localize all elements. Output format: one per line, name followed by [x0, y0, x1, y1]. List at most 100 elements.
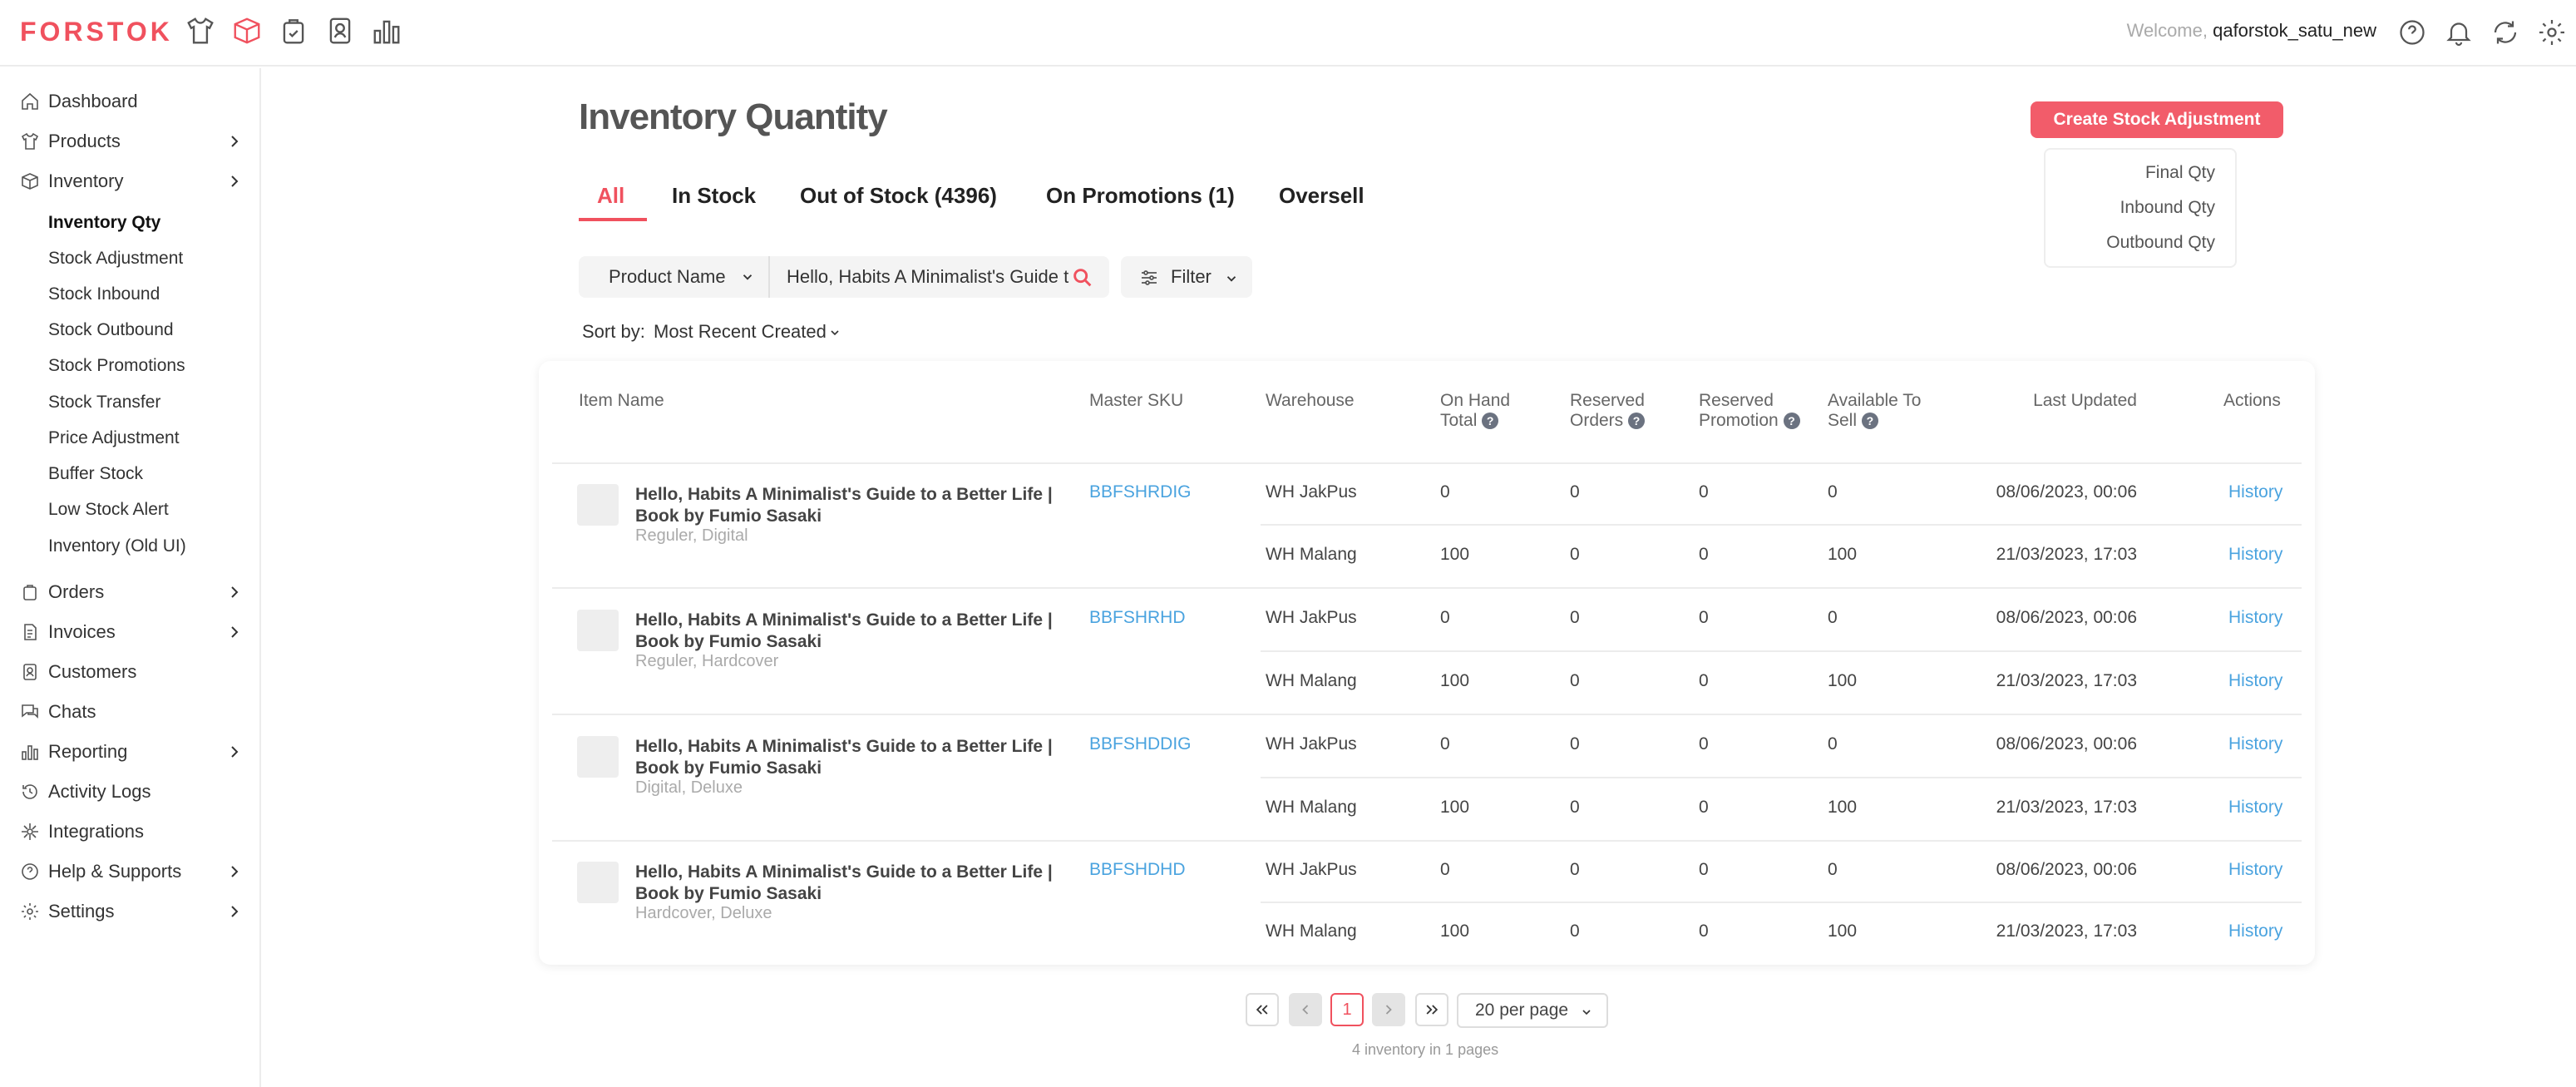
sidebar-sub-stock-outbound[interactable]: Stock Outbound [48, 315, 174, 345]
contacts-icon[interactable] [324, 13, 356, 48]
prev-page-button[interactable] [1289, 993, 1322, 1026]
sidebar-sub-inventory-old-ui[interactable]: Inventory (Old UI) [48, 531, 186, 561]
master-sku-link[interactable]: BBFSHRHD [1089, 608, 1186, 628]
sidebar-item-reporting[interactable]: Reporting [20, 735, 244, 768]
sidebar-sub-buffer-stock[interactable]: Buffer Stock [48, 459, 143, 489]
per-page-select[interactable]: 20 per page [1457, 993, 1608, 1028]
history-link[interactable]: History [2228, 860, 2282, 880]
tab-on-promotions[interactable]: On Promotions (1) [1046, 183, 1235, 209]
last-updated-cell: 08/06/2023, 00:06 [1996, 734, 2137, 753]
master-sku-link[interactable]: BBFSHDDIG [1089, 734, 1192, 754]
row-divider [1261, 902, 2302, 903]
sidebar-sub-stock-inbound[interactable]: Stock Inbound [48, 279, 160, 309]
menu-item-inbound-qty[interactable]: Inbound Qty [2120, 198, 2215, 218]
sidebar-item-label: Activity Logs [48, 781, 151, 802]
chevron-down-icon[interactable] [828, 326, 841, 339]
sidebar-sub-price-adjustment[interactable]: Price Adjustment [48, 423, 180, 453]
sidebar-item-label: Integrations [48, 821, 144, 842]
sort-select[interactable]: Most Recent Created [654, 321, 827, 343]
product-thumbnail[interactable] [577, 610, 619, 651]
warehouse-cell: WH JakPus [1266, 608, 1357, 627]
sync-icon[interactable] [2490, 17, 2521, 48]
product-variant: Reguler, Digital [635, 526, 748, 545]
chart-icon [20, 742, 40, 762]
chart-icon[interactable] [371, 13, 402, 48]
bag-icon[interactable] [278, 13, 309, 48]
menu-item-outbound-qty[interactable]: Outbound Qty [2106, 233, 2215, 253]
last-page-button[interactable] [1415, 993, 1448, 1026]
column-header-available: Available To Sell ? [1828, 391, 1921, 431]
sidebar-item-label: Help & Supports [48, 861, 182, 882]
help-icon[interactable] [2396, 17, 2428, 48]
search-icon[interactable] [1071, 266, 1094, 289]
header-divider [552, 462, 2302, 464]
question-icon[interactable]: ? [1628, 413, 1646, 430]
tab-out-of-stock[interactable]: Out of Stock (4396) [800, 183, 997, 209]
sidebar-sub-stock-adjustment[interactable]: Stock Adjustment [48, 244, 183, 274]
search-input[interactable] [787, 264, 1069, 289]
sidebar-sub-low-stock-alert[interactable]: Low Stock Alert [48, 495, 169, 525]
sidebar-item-chats[interactable]: Chats [20, 695, 244, 729]
box-icon[interactable] [231, 13, 263, 48]
master-sku-link[interactable]: BBFSHDHD [1089, 860, 1186, 880]
question-icon[interactable]: ? [1482, 413, 1499, 430]
sidebar-item-label: Invoices [48, 621, 116, 642]
question-icon[interactable]: ? [1783, 413, 1800, 430]
page-number-button[interactable]: 1 [1330, 993, 1364, 1026]
username[interactable]: qaforstok_satu_new [2213, 20, 2376, 41]
product-name[interactable]: Hello, Habits A Minimalist's Guide to a … [635, 484, 1068, 527]
history-link[interactable]: History [2228, 482, 2282, 502]
sidebar-item-help[interactable]: Help & Supports [20, 855, 244, 888]
search-field-select[interactable]: Product Name [579, 256, 770, 298]
sidebar-item-inventory[interactable]: Inventory [20, 165, 244, 198]
product-name[interactable]: Hello, Habits A Minimalist's Guide to a … [635, 736, 1068, 779]
sidebar-item-integrations[interactable]: Integrations [20, 815, 244, 848]
product-name[interactable]: Hello, Habits A Minimalist's Guide to a … [635, 610, 1068, 653]
create-stock-adjustment-button[interactable]: Create Stock Adjustment [2031, 101, 2283, 138]
sidebar-item-dashboard[interactable]: Dashboard [20, 85, 244, 118]
filter-button[interactable]: Filter [1121, 256, 1252, 298]
tab-oversell[interactable]: Oversell [1279, 183, 1364, 209]
product-thumbnail[interactable] [577, 484, 619, 526]
reserved-orders-cell: 0 [1570, 545, 1580, 564]
question-icon[interactable]: ? [1861, 413, 1878, 430]
gear-icon[interactable] [2536, 17, 2568, 48]
top-right-icons [2396, 17, 2568, 48]
column-header-on-hand: On Hand Total ? [1440, 391, 1510, 431]
sidebar-sub-stock-transfer[interactable]: Stock Transfer [48, 388, 160, 418]
history-link[interactable]: History [2228, 671, 2282, 691]
sidebar-item-products[interactable]: Products [20, 125, 244, 158]
bell-icon[interactable] [2443, 17, 2475, 48]
shirt-icon[interactable] [185, 13, 216, 48]
sidebar-item-activity-logs[interactable]: Activity Logs [20, 775, 244, 808]
tab-all[interactable]: All [597, 183, 624, 209]
history-link[interactable]: History [2228, 734, 2282, 754]
sidebar-sub-stock-promotions[interactable]: Stock Promotions [48, 351, 185, 381]
top-bar: FORSTOK Welcome, qaforstok_satu_new [0, 0, 2576, 67]
sidebar-sub-inventory-qty[interactable]: Inventory Qty [48, 208, 160, 238]
last-updated-cell: 08/06/2023, 00:06 [1996, 482, 2137, 502]
forstok-logo[interactable]: FORSTOK [20, 17, 173, 47]
header-line-1: Reserved [1570, 391, 1645, 410]
history-link[interactable]: History [2228, 798, 2282, 818]
search-bar: Product Name [579, 256, 1109, 298]
next-page-button[interactable] [1372, 993, 1405, 1026]
first-page-button[interactable] [1246, 993, 1279, 1026]
group-divider [552, 587, 2302, 589]
sidebar-item-orders[interactable]: Orders [20, 576, 244, 609]
sidebar-item-settings[interactable]: Settings [20, 895, 244, 928]
product-thumbnail[interactable] [577, 736, 619, 778]
on-hand-cell: 100 [1440, 921, 1470, 941]
tab-in-stock[interactable]: In Stock [672, 183, 756, 209]
product-thumbnail[interactable] [577, 862, 619, 903]
history-link[interactable]: History [2228, 608, 2282, 628]
sidebar-item-invoices[interactable]: Invoices [20, 615, 244, 649]
master-sku-link[interactable]: BBFSHRDIG [1089, 482, 1192, 502]
available-cell: 0 [1828, 482, 1838, 502]
menu-item-final-qty[interactable]: Final Qty [2145, 163, 2215, 183]
sidebar-item-customers[interactable]: Customers [20, 655, 244, 689]
history-link[interactable]: History [2228, 921, 2282, 941]
history-link[interactable]: History [2228, 545, 2282, 565]
shirt-icon [20, 131, 40, 151]
product-name[interactable]: Hello, Habits A Minimalist's Guide to a … [635, 862, 1068, 905]
